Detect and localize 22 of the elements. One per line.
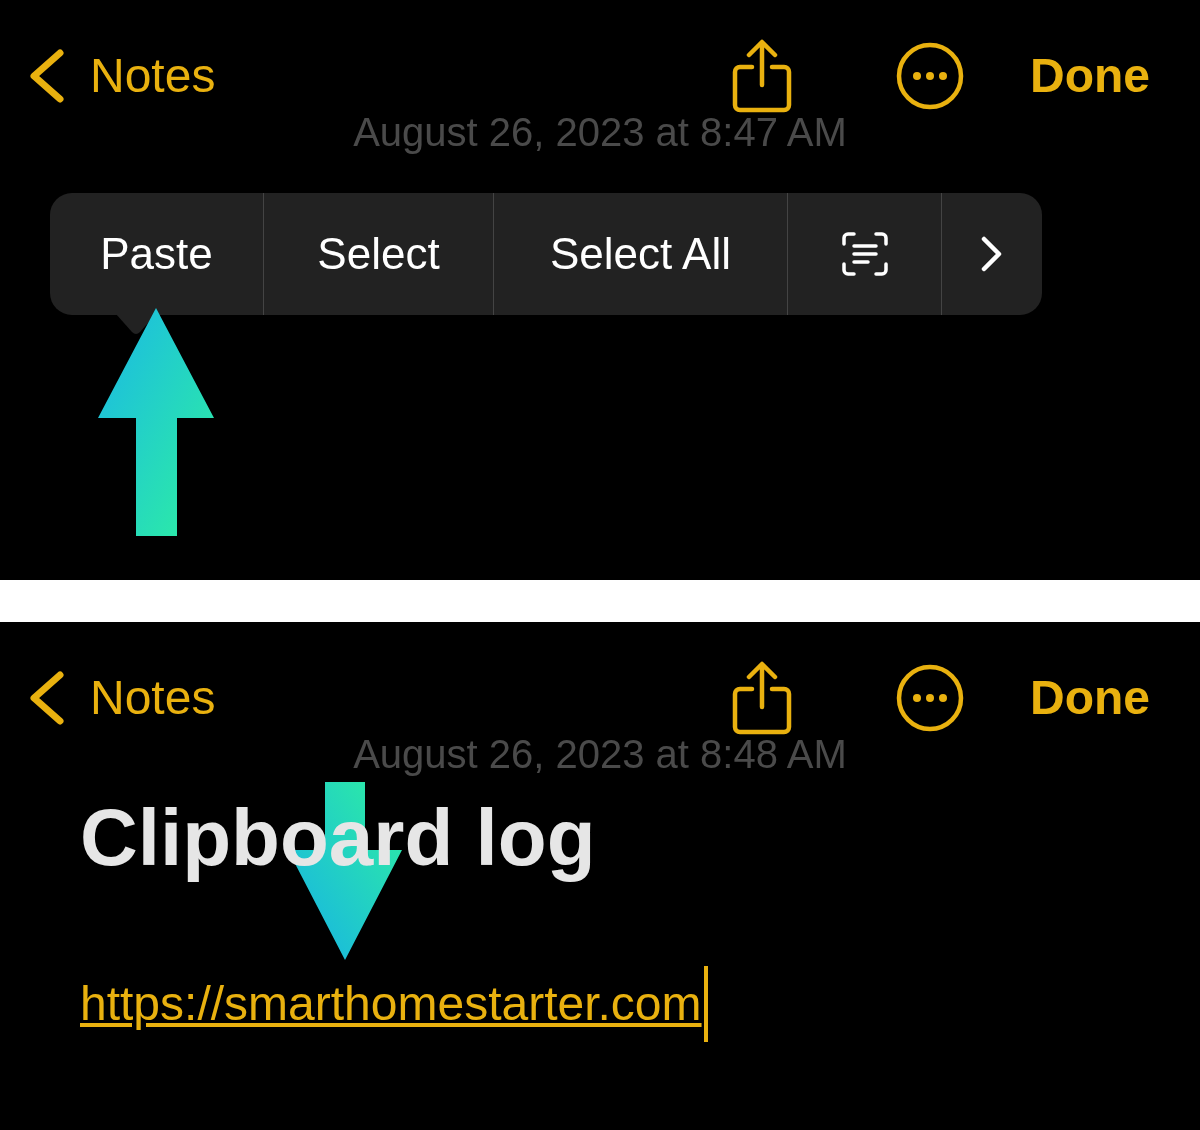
share-icon	[732, 39, 792, 113]
share-button[interactable]	[732, 39, 792, 113]
arrow-up-icon	[98, 308, 215, 538]
more-button[interactable]	[896, 42, 964, 110]
menu-item[interactable]: Select	[264, 193, 494, 315]
share-button[interactable]	[732, 661, 792, 735]
ellipsis-circle-icon	[896, 42, 964, 110]
chevron-left-icon	[28, 49, 64, 103]
back-button[interactable]: Notes	[28, 49, 216, 103]
ellipsis-circle-icon	[896, 664, 964, 732]
back-button[interactable]: Notes	[28, 671, 216, 725]
note-link[interactable]: https://smarthomestarter.com	[80, 980, 702, 1028]
scan-text-icon	[841, 232, 888, 276]
note-date: August 26, 2023 at 8:47 AM	[353, 112, 847, 152]
chevron-right-icon	[981, 236, 1003, 272]
note-date: August 26, 2023 at 8:48 AM	[353, 734, 847, 774]
share-icon	[732, 661, 792, 735]
more-button[interactable]	[896, 664, 964, 732]
done-button[interactable]: Done	[1030, 52, 1150, 100]
done-button[interactable]: Done	[1030, 674, 1150, 722]
menu-item[interactable]: Select All	[494, 193, 788, 315]
chevron-left-icon	[28, 671, 64, 725]
